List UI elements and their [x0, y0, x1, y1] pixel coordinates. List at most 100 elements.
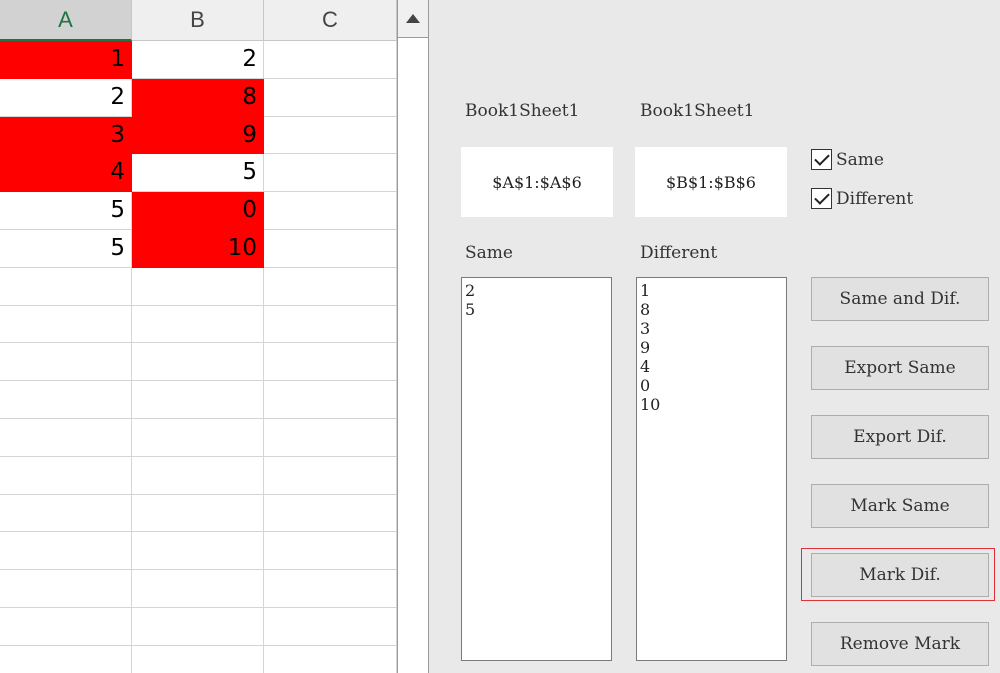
table-cell[interactable]	[264, 343, 397, 382]
different-listbox[interactable]: 1 8 3 9 4 0 10	[636, 277, 787, 661]
table-cell[interactable]	[264, 418, 397, 457]
table-cell[interactable]: 5	[0, 229, 132, 268]
table-cell[interactable]	[264, 381, 397, 419]
table-cell[interactable]	[0, 343, 132, 382]
table-cell[interactable]	[132, 456, 264, 495]
range2-value: $B$1:$B$6	[666, 172, 756, 192]
table-cell[interactable]	[0, 494, 132, 533]
table-row: 12	[0, 41, 397, 79]
table-cell[interactable]	[0, 532, 132, 571]
list-item[interactable]: 9	[640, 338, 783, 357]
table-row	[0, 570, 397, 608]
range1-input[interactable]: $A$1:$A$6	[461, 147, 613, 217]
export-dif-button[interactable]: Export Dif.	[811, 415, 989, 459]
list-item[interactable]: 8	[640, 300, 783, 319]
table-cell[interactable]	[132, 305, 264, 344]
table-cell[interactable]	[264, 41, 397, 79]
table-cell[interactable]: 5	[132, 154, 264, 193]
table-row	[0, 305, 397, 344]
table-cell[interactable]	[132, 607, 264, 646]
different-checkbox-label: Different	[836, 188, 914, 209]
same-checkbox[interactable]: Same	[811, 149, 884, 170]
column-header-a[interactable]: A	[0, 0, 132, 41]
table-row	[0, 607, 397, 646]
export-same-button[interactable]: Export Same	[811, 346, 989, 390]
column-header-c[interactable]: C	[264, 0, 397, 41]
compare-panel: Book1Sheet1 Book1Sheet1 $A$1:$A$6 $B$1:$…	[429, 0, 1000, 673]
table-cell[interactable]	[264, 192, 397, 230]
table-cell[interactable]	[264, 645, 397, 673]
same-listbox[interactable]: 25	[461, 277, 612, 661]
table-cell[interactable]	[132, 532, 264, 571]
table-cell[interactable]	[132, 570, 264, 608]
different-list-label: Different	[640, 243, 718, 263]
table-cell[interactable]	[264, 229, 397, 268]
range2-input[interactable]: $B$1:$B$6	[635, 147, 787, 217]
table-row: 50	[0, 192, 397, 230]
table-cell[interactable]: 2	[0, 78, 132, 117]
table-cell[interactable]: 0	[132, 192, 264, 230]
range2-sheet-label: Book1Sheet1	[640, 101, 755, 121]
sheet-rows: 1 2 2 8 3 9 4 5 5 0 5 10	[0, 41, 397, 673]
table-cell[interactable]	[0, 418, 132, 457]
table-cell[interactable]: 9	[132, 116, 264, 155]
list-item[interactable]: 1	[640, 281, 783, 300]
table-cell[interactable]	[264, 78, 397, 117]
table-cell[interactable]: 8	[132, 78, 264, 117]
table-cell[interactable]: 10	[132, 229, 264, 268]
mark-dif-button[interactable]: Mark Dif.	[811, 553, 989, 597]
table-cell[interactable]	[264, 154, 397, 193]
table-cell[interactable]	[0, 570, 132, 608]
list-item[interactable]: 2	[465, 281, 608, 300]
table-cell[interactable]	[264, 305, 397, 344]
same-checkbox-label: Same	[836, 149, 884, 170]
table-cell[interactable]: 4	[0, 154, 132, 193]
list-item[interactable]: 3	[640, 319, 783, 338]
table-row	[0, 343, 397, 382]
table-cell[interactable]	[132, 494, 264, 533]
table-row	[0, 267, 397, 306]
different-checkbox[interactable]: Different	[811, 188, 913, 209]
table-cell[interactable]	[0, 305, 132, 344]
table-row	[0, 418, 397, 457]
table-cell[interactable]	[264, 607, 397, 646]
scroll-up-button[interactable]	[398, 0, 428, 38]
list-item[interactable]: 4	[640, 357, 783, 376]
table-cell[interactable]	[0, 267, 132, 306]
vertical-scrollbar[interactable]	[397, 0, 429, 673]
table-cell[interactable]	[264, 267, 397, 306]
table-cell[interactable]	[132, 267, 264, 306]
column-header-b[interactable]: B	[132, 0, 264, 41]
table-cell[interactable]: 3	[0, 116, 132, 155]
table-cell[interactable]	[0, 456, 132, 495]
column-header-label: B	[190, 7, 205, 32]
table-cell[interactable]	[264, 116, 397, 155]
list-item[interactable]: 0	[640, 376, 783, 395]
mark-same-button[interactable]: Mark Same	[811, 484, 989, 528]
table-cell[interactable]	[264, 570, 397, 608]
table-cell[interactable]	[132, 645, 264, 673]
column-header-label: A	[58, 6, 73, 32]
table-cell[interactable]	[132, 381, 264, 419]
checkbox-checked-icon	[811, 188, 832, 209]
list-item[interactable]: 10	[640, 395, 783, 414]
table-cell[interactable]	[264, 456, 397, 495]
same-and-dif-button[interactable]: Same and Dif.	[811, 277, 989, 321]
table-cell[interactable]: 2	[132, 41, 264, 79]
table-cell[interactable]	[132, 418, 264, 457]
table-cell[interactable]: 1	[0, 41, 132, 79]
table-cell[interactable]	[264, 532, 397, 571]
table-row	[0, 456, 397, 495]
table-cell[interactable]	[0, 381, 132, 419]
list-item[interactable]: 5	[465, 300, 608, 319]
table-row	[0, 645, 397, 673]
table-row	[0, 532, 397, 571]
table-cell[interactable]	[132, 343, 264, 382]
remove-mark-button[interactable]: Remove Mark	[811, 622, 989, 666]
arrow-up-icon	[406, 14, 420, 23]
table-cell[interactable]: 5	[0, 192, 132, 230]
table-cell[interactable]	[0, 607, 132, 646]
table-cell[interactable]	[0, 645, 132, 673]
table-cell[interactable]	[264, 494, 397, 533]
table-row	[0, 381, 397, 419]
